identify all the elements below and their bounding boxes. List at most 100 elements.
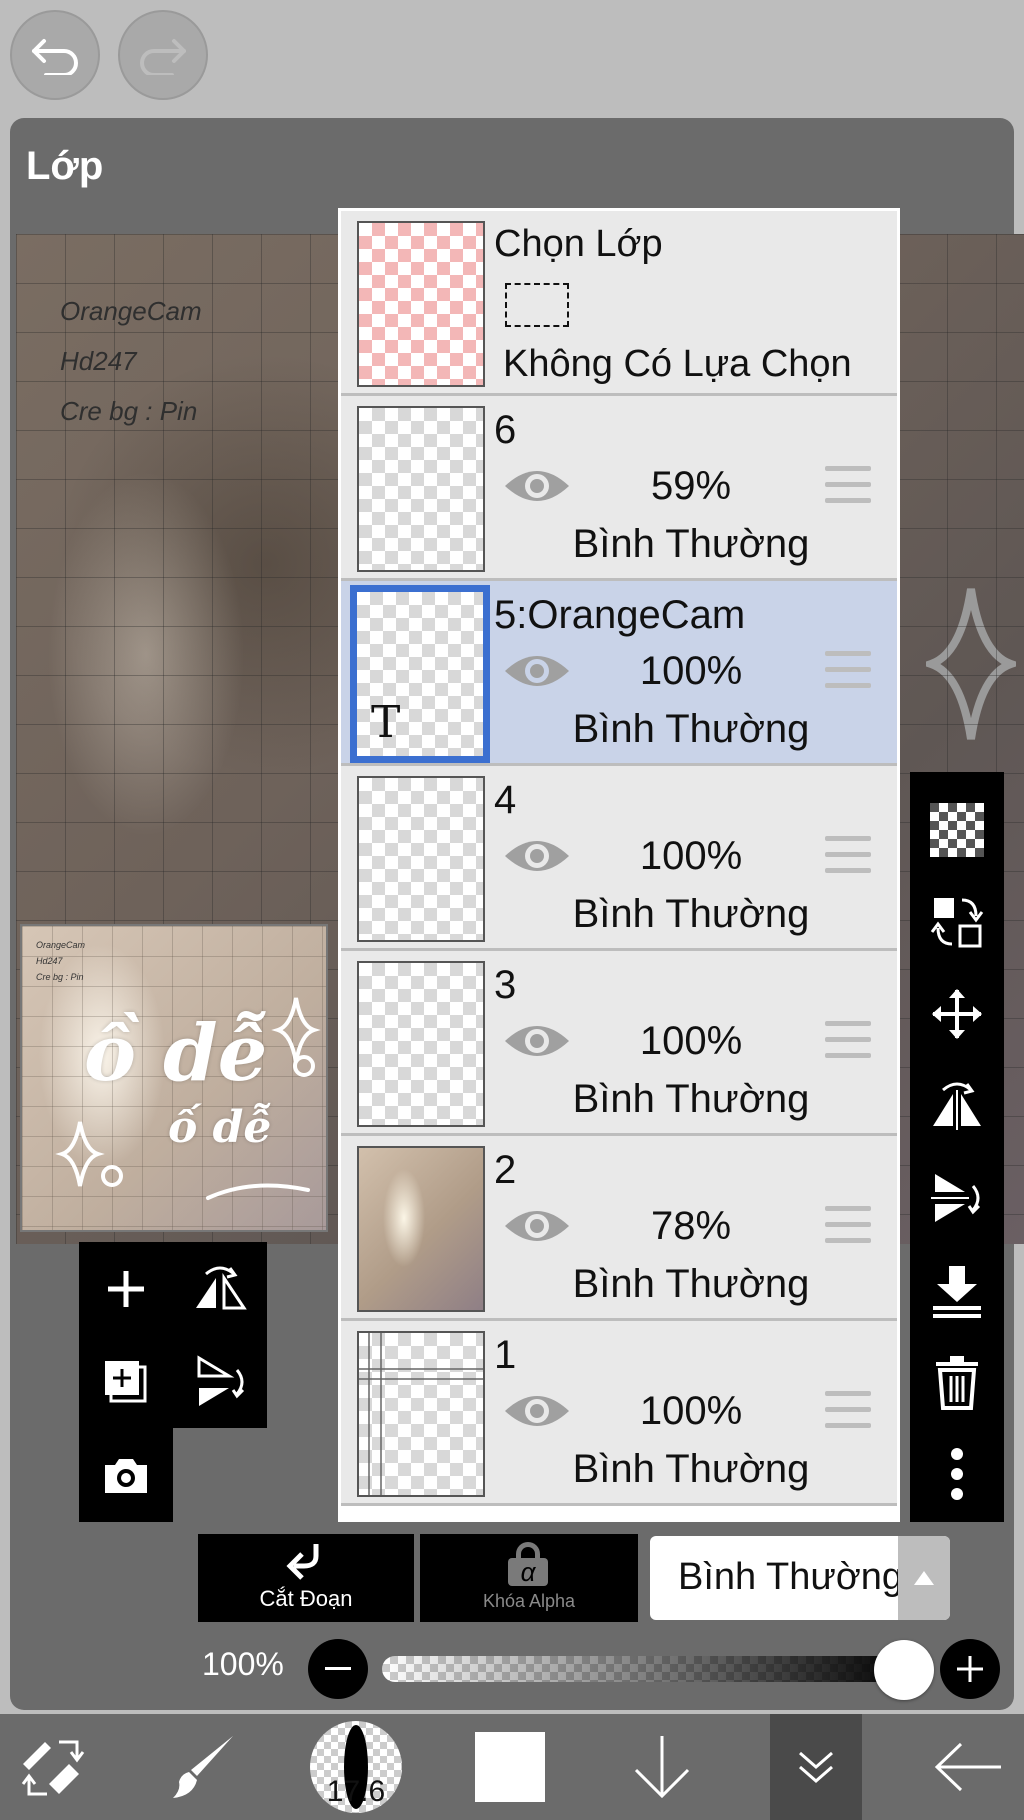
selection-layer-thumbnail (357, 221, 485, 387)
layer-right-toolbar (910, 772, 1004, 1522)
layer-blend-mode: Bình Thường (572, 707, 810, 751)
preview-sparkles (55, 997, 321, 1200)
layer-name: 5:OrangeCam (494, 593, 746, 637)
selection-layer-title: Chọn Lớp (494, 223, 663, 265)
checkerboard-icon (930, 803, 984, 857)
layer-opacity: 100% (639, 649, 743, 693)
move-icon (932, 989, 982, 1039)
layer-name: 1 (494, 1333, 517, 1377)
eye-icon[interactable] (503, 1389, 571, 1433)
brush-eraser-swap-icon (21, 1740, 85, 1796)
minus-icon (325, 1667, 351, 1670)
layer-name: 6 (494, 408, 517, 452)
eye-icon[interactable] (503, 649, 571, 693)
blend-mode-dropdown-arrow[interactable] (898, 1536, 950, 1620)
more-options-button[interactable] (910, 1428, 1004, 1520)
drag-handle-icon[interactable] (825, 466, 871, 506)
merge-down-icon (933, 1266, 981, 1318)
camera-icon (105, 1459, 147, 1493)
delete-layer-button[interactable] (910, 1336, 1004, 1428)
flip-vertical-button[interactable] (910, 1152, 1004, 1244)
back-button[interactable] (918, 1714, 1018, 1820)
flip-vertical-icon (197, 1355, 245, 1406)
opacity-slider-track[interactable] (382, 1656, 912, 1682)
trash-icon (936, 1356, 978, 1410)
opacity-value-label: 100% (202, 1646, 284, 1682)
double-chevron-down-icon (799, 1751, 833, 1783)
layer-row-selected[interactable]: T 5:OrangeCam 100% Bình Thường (341, 581, 897, 766)
layer-blend-mode: Bình Thường (572, 892, 810, 936)
layer-down-button[interactable] (612, 1714, 712, 1820)
opacity-increase-button[interactable] (940, 1639, 1000, 1699)
canvas-credit-2: Hd247 (60, 346, 137, 376)
layer-name: 3 (494, 963, 517, 1007)
layer-row[interactable]: 6 59% Bình Thường (341, 396, 897, 581)
alpha-lock-button[interactable]: α Khóa Alpha (420, 1534, 638, 1622)
undo-button[interactable] (10, 10, 100, 100)
layer-blend-mode: Bình Thường (572, 522, 810, 566)
redo-icon (140, 39, 186, 75)
drag-handle-icon[interactable] (825, 836, 871, 876)
layer-row[interactable]: 4 100% Bình Thường (341, 766, 897, 951)
layer-thumbnail (357, 776, 485, 942)
selection-status: Không Có Lựa Chọn (503, 343, 852, 385)
selection-layer-row[interactable]: Chọn Lớp Không Có Lựa Chọn (341, 211, 897, 396)
canvas-credit-3: Cre bg : Pin (60, 396, 198, 426)
move-button[interactable] (910, 968, 1004, 1060)
flip-horizontal-icon (933, 1082, 981, 1130)
opacity-slider-knob[interactable] (874, 1640, 934, 1700)
layer-list[interactable]: Chọn Lớp Không Có Lựa Chọn 6 59% Bình Th… (338, 208, 900, 1522)
alpha-lock-label: Khóa Alpha (482, 1591, 576, 1611)
add-folder-button[interactable] (79, 1335, 173, 1429)
layer-row[interactable]: 3 100% Bình Thường (341, 951, 897, 1136)
plus-icon (108, 1271, 144, 1307)
drag-handle-icon[interactable] (825, 651, 871, 691)
flip-horizontal-button[interactable] (173, 1242, 267, 1336)
main-bottom-toolbar: 17.6 (0, 1714, 1024, 1820)
eye-icon[interactable] (503, 464, 571, 508)
more-vertical-icon (951, 1448, 963, 1500)
clipping-label: Cắt Đoạn (259, 1586, 353, 1611)
swap-icon (930, 898, 984, 948)
brush-size-value: 17.6 (326, 1775, 386, 1808)
layer-thumbnail (357, 406, 485, 572)
layer-opacity: 59% (650, 464, 732, 508)
plus-icon (957, 1656, 983, 1682)
brush-tool-button[interactable] (152, 1714, 252, 1820)
opacity-decrease-button[interactable] (308, 1639, 368, 1699)
flip-horizontal-button[interactable] (910, 1060, 1004, 1152)
merge-down-button[interactable] (910, 1244, 1004, 1336)
color-picker-button[interactable] (460, 1714, 560, 1820)
tool-switch-button[interactable] (4, 1714, 104, 1820)
canvas-credit-1: OrangeCam (60, 296, 202, 326)
arrow-down-icon (634, 1736, 690, 1799)
layer-thumbnail (357, 961, 485, 1127)
layer-row[interactable]: 1 100% Bình Thường (341, 1321, 897, 1506)
drag-handle-icon[interactable] (825, 1391, 871, 1431)
clipping-button[interactable]: Cắt Đoạn (198, 1534, 414, 1622)
eye-icon[interactable] (503, 834, 571, 878)
layer-row[interactable]: 2 78% Bình Thường (341, 1136, 897, 1321)
lock-icon: α (508, 1542, 548, 1586)
eye-icon[interactable] (503, 1019, 571, 1063)
layer-thumbnail: T (350, 585, 490, 763)
layer-opacity: 78% (650, 1204, 732, 1248)
add-layer-button[interactable] (79, 1242, 173, 1336)
blend-mode-value: Bình Thường (678, 1556, 904, 1598)
drag-handle-icon[interactable] (825, 1206, 871, 1246)
sparkle-decoration (926, 588, 1016, 740)
swap-layer-button[interactable] (910, 876, 1004, 968)
eye-icon[interactable] (503, 1204, 571, 1248)
drag-handle-icon[interactable] (825, 1021, 871, 1061)
layer-panel-toggle-button[interactable] (770, 1714, 862, 1820)
brush-icon (173, 1736, 233, 1798)
flip-vertical-button[interactable] (173, 1335, 267, 1429)
brush-size-button[interactable]: 17.6 (306, 1714, 406, 1820)
brush-size-indicator: 17.6 (310, 1721, 402, 1813)
camera-button[interactable] (79, 1428, 173, 1522)
redo-button[interactable] (118, 10, 208, 100)
blend-mode-select[interactable]: Bình Thường (650, 1536, 950, 1620)
transparent-fill-button[interactable] (910, 784, 1004, 876)
layer-thumbnail (357, 1146, 485, 1312)
canvas-preview[interactable]: OrangeCam Hd247 Cre bg : Pin ồ dễ ố dễ (20, 924, 328, 1232)
